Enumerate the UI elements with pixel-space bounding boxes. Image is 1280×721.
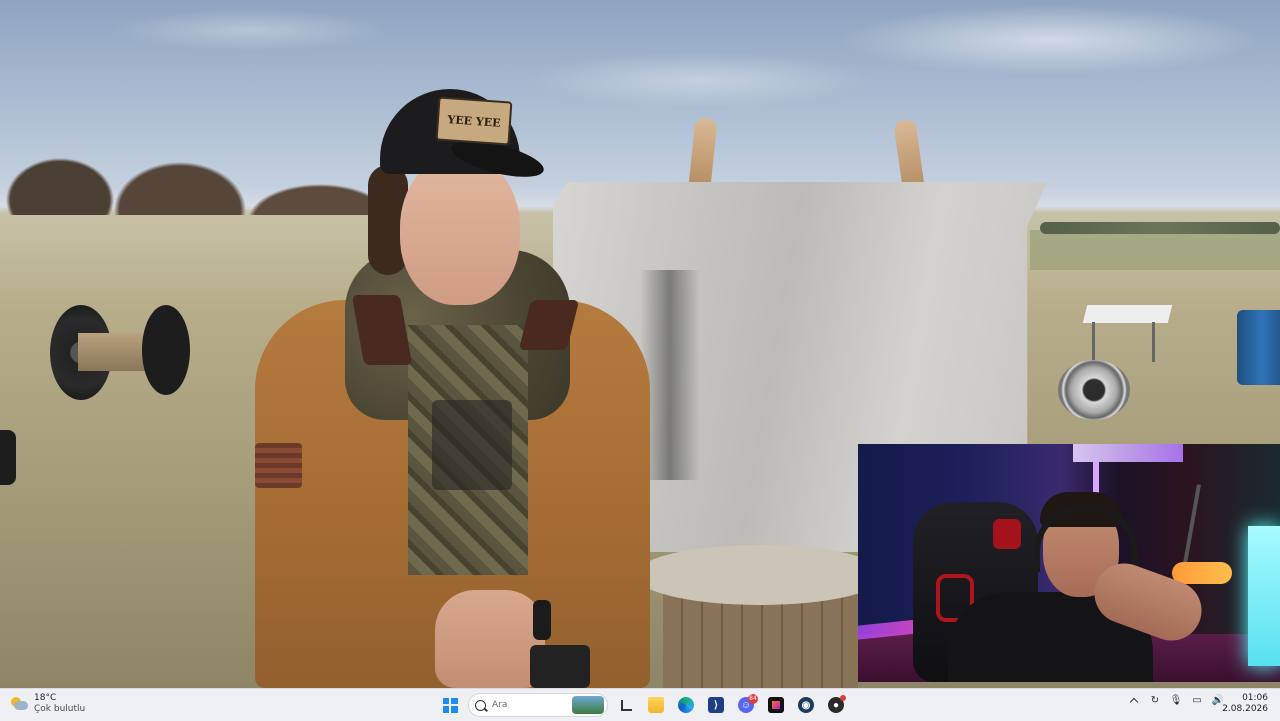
flag-patch — [255, 443, 302, 488]
webcam-overlay — [858, 444, 1280, 682]
start-button[interactable] — [438, 693, 462, 717]
folding-table — [1082, 305, 1173, 323]
taskbar-app-steam[interactable]: ◉ — [794, 693, 818, 717]
sync-icon[interactable]: ↻ — [1149, 694, 1161, 706]
search-highlight-image — [572, 696, 604, 714]
headset — [1034, 506, 1138, 572]
weather-desc: Çok bulutlu — [34, 704, 86, 714]
taskbar-app-file-explorer[interactable] — [644, 693, 668, 717]
wheel-rim — [1058, 360, 1130, 420]
clock-time: 01:06 — [1242, 693, 1268, 703]
microphone — [1172, 562, 1232, 584]
taskbar-app-jetbrains[interactable] — [764, 693, 788, 717]
presenter: YEE YEE — [250, 85, 650, 688]
jetbrains-icon — [768, 697, 784, 713]
spool-table-top — [635, 545, 885, 605]
system-tray: ↻ 🎙 ▭ 🔊 — [1128, 694, 1224, 707]
taskbar-app-visual-studio[interactable]: ⟩ — [704, 693, 728, 717]
network-icon[interactable]: ▭ — [1191, 694, 1203, 706]
clock[interactable]: 01:06 2.08.2026 — [1222, 693, 1268, 715]
taskbar-app-edge[interactable] — [674, 693, 698, 717]
discord-badge: 84 — [748, 694, 758, 704]
weather-temp: 18°C — [34, 693, 57, 703]
hands — [435, 590, 545, 688]
far-trees — [1040, 222, 1280, 234]
cable-spool — [50, 305, 190, 400]
steam-icon: ◉ — [798, 697, 814, 713]
chevron-up-icon — [1129, 697, 1139, 707]
taskbar-app-github[interactable]: ● — [824, 693, 848, 717]
github-notification-dot — [840, 695, 846, 701]
search-box[interactable]: Ara — [468, 693, 608, 717]
clock-date: 2.08.2026 — [1222, 704, 1268, 714]
pistol — [530, 645, 590, 688]
blue-barrel — [1237, 310, 1280, 385]
field-stripe — [1030, 230, 1280, 270]
task-view-icon — [620, 699, 632, 711]
vs-icon: ⟩ — [708, 697, 724, 713]
pc-case — [1248, 526, 1280, 666]
watch — [533, 600, 551, 640]
search-icon — [475, 699, 486, 711]
weather-widget[interactable]: 18°C Çok bulutlu — [10, 693, 85, 715]
spool-edge — [0, 430, 16, 485]
face — [400, 155, 520, 305]
cap-patch: YEE YEE — [435, 96, 513, 146]
taskbar: 18°C Çok bulutlu Ara ⟩ ☺ 84 ◉ ● ↻ 🎙 ▭ 🔊 … — [0, 688, 1280, 721]
taskbar-app-discord[interactable]: ☺ 84 — [734, 693, 758, 717]
folder-icon — [648, 697, 664, 713]
show-hidden-icons-button[interactable] — [1128, 694, 1140, 707]
windows-icon — [442, 697, 458, 713]
taskbar-center: Ara ⟩ ☺ 84 ◉ ● — [438, 692, 848, 718]
edge-icon — [678, 697, 694, 713]
partly-cloudy-icon — [10, 697, 28, 711]
taskbar-app-task-view[interactable] — [614, 693, 638, 717]
microphone-icon[interactable]: 🎙 — [1170, 694, 1183, 706]
search-placeholder: Ara — [492, 700, 508, 710]
